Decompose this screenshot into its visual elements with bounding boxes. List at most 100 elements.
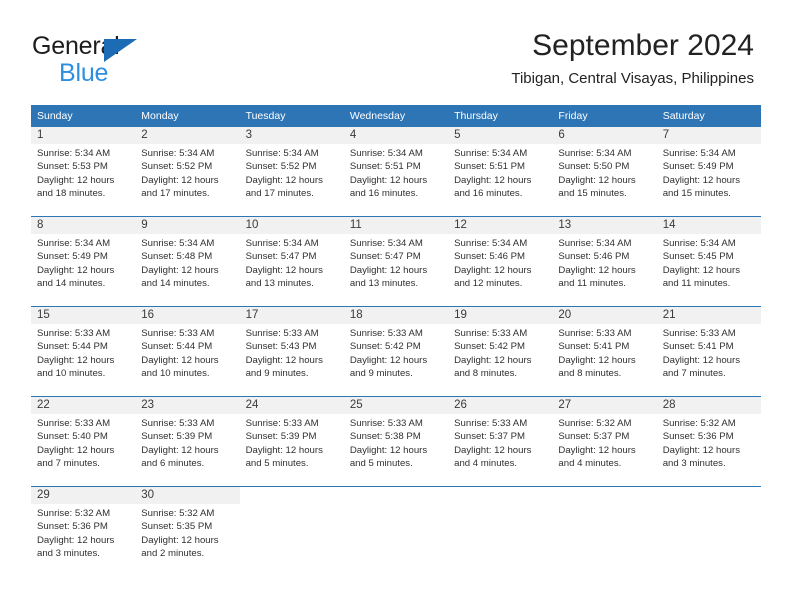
calendar-day-cell[interactable]: 17 Sunrise: 5:33 AM Sunset: 5:43 PM Dayligh… bbox=[239, 306, 344, 397]
calendar-day-cell[interactable]: 16 Sunrise: 5:33 AM Sunset: 5:44 PM Dayligh… bbox=[135, 306, 240, 397]
sunset-time: Sunset: 5:42 PM bbox=[349, 341, 421, 353]
calendar-day-cell[interactable]: 3 Sunrise: 5:34 AM Sunset: 5:52 PM Daylight… bbox=[239, 127, 344, 217]
sunrise-time: Sunrise: 5:33 AM bbox=[662, 328, 736, 339]
sunset-time: Sunset: 5:50 PM bbox=[558, 161, 630, 173]
sunrise-time: Sunrise: 5:34 AM bbox=[662, 148, 736, 159]
weekday-header-monday: Monday bbox=[135, 105, 240, 127]
calendar-day-cell[interactable]: 8 Sunrise: 5:34 AM Sunset: 5:49 PM Daylight… bbox=[31, 216, 136, 307]
calendar-day-cell[interactable]: 24 Sunrise: 5:33 AM Sunset: 5:39 PM Dayligh… bbox=[239, 396, 344, 487]
daylight-duration-line2: and 13 minutes. bbox=[245, 278, 314, 290]
calendar-day-cell[interactable]: 27 Sunrise: 5:32 AM Sunset: 5:37 PM Dayligh… bbox=[552, 396, 657, 487]
day-number: 14 bbox=[656, 217, 761, 234]
calendar-day-cell[interactable]: 18 Sunrise: 5:33 AM Sunset: 5:42 PM Dayligh… bbox=[343, 306, 449, 397]
day-number: 13 bbox=[552, 217, 657, 234]
daylight-duration-line2: and 7 minutes. bbox=[662, 368, 726, 380]
sunrise-time: Sunrise: 5:32 AM bbox=[141, 508, 215, 519]
day-number: 22 bbox=[31, 397, 136, 414]
calendar-day-cell[interactable]: 4 Sunrise: 5:34 AM Sunset: 5:51 PM Daylight… bbox=[343, 127, 449, 217]
sunrise-time: Sunrise: 5:33 AM bbox=[245, 418, 319, 429]
daylight-duration-line2: and 18 minutes. bbox=[37, 188, 106, 200]
calendar-day-cell[interactable]: 25 Sunrise: 5:33 AM Sunset: 5:38 PM Dayligh… bbox=[343, 396, 449, 487]
calendar-day-cell[interactable]: 22 Sunrise: 5:33 AM Sunset: 5:40 PM Dayligh… bbox=[31, 396, 136, 487]
calendar-day-cell[interactable]: 11 Sunrise: 5:34 AM Sunset: 5:47 PM Dayligh… bbox=[343, 216, 449, 307]
daylight-duration-line2: and 10 minutes. bbox=[141, 368, 210, 380]
daylight-duration-line2: and 8 minutes. bbox=[454, 368, 518, 380]
day-details: Sunrise: 5:34 AM Sunset: 5:46 PM Daylight:… bbox=[448, 234, 552, 291]
calendar-day-cell[interactable]: 10 Sunrise: 5:34 AM Sunset: 5:47 PM Dayligh… bbox=[239, 216, 344, 307]
day-details: Sunrise: 5:34 AM Sunset: 5:53 PM Daylight:… bbox=[31, 144, 135, 201]
sunset-time: Sunset: 5:51 PM bbox=[349, 161, 421, 173]
day-details: Sunrise: 5:33 AM Sunset: 5:41 PM Daylight:… bbox=[552, 324, 656, 381]
daylight-duration-line2: and 8 minutes. bbox=[558, 368, 622, 380]
calendar-day-cell[interactable]: 2 Sunrise: 5:34 AM Sunset: 5:52 PM Daylight… bbox=[135, 127, 240, 217]
day-details: Sunrise: 5:33 AM Sunset: 5:38 PM Daylight:… bbox=[344, 414, 448, 471]
day-number: 6 bbox=[552, 127, 657, 144]
day-details: Sunrise: 5:34 AM Sunset: 5:52 PM Daylight:… bbox=[240, 144, 344, 201]
calendar-day-cell[interactable]: 7 Sunrise: 5:34 AM Sunset: 5:49 PM Daylight… bbox=[656, 127, 761, 217]
calendar-day-cell-empty bbox=[656, 486, 761, 576]
calendar-week-row: 29 Sunrise: 5:32 AM Sunset: 5:36 PM Dayligh… bbox=[31, 486, 761, 576]
calendar-day-cell[interactable]: 9 Sunrise: 5:34 AM Sunset: 5:48 PM Daylight… bbox=[135, 216, 240, 307]
day-number: 5 bbox=[448, 127, 553, 144]
daylight-duration-line1: Daylight: 12 hours bbox=[37, 354, 115, 366]
calendar-day-cell[interactable]: 15 Sunrise: 5:33 AM Sunset: 5:44 PM Dayligh… bbox=[31, 306, 136, 397]
day-number: 20 bbox=[552, 307, 657, 324]
day-number: 3 bbox=[239, 127, 344, 144]
daylight-duration-line2: and 15 minutes. bbox=[662, 188, 731, 200]
calendar-day-cell[interactable]: 14 Sunrise: 5:34 AM Sunset: 5:45 PM Dayligh… bbox=[656, 216, 761, 307]
calendar-day-cell[interactable]: 23 Sunrise: 5:33 AM Sunset: 5:39 PM Dayligh… bbox=[135, 396, 240, 487]
daylight-duration-line2: and 10 minutes. bbox=[37, 368, 106, 380]
daylight-duration-line2: and 9 minutes. bbox=[245, 368, 309, 380]
calendar-day-cell[interactable]: 19 Sunrise: 5:33 AM Sunset: 5:42 PM Dayligh… bbox=[448, 306, 553, 397]
sunrise-time: Sunrise: 5:33 AM bbox=[349, 418, 423, 429]
daylight-duration-line2: and 14 minutes. bbox=[37, 278, 106, 290]
calendar-day-cell[interactable]: 20 Sunrise: 5:33 AM Sunset: 5:41 PM Dayligh… bbox=[552, 306, 657, 397]
day-number: 16 bbox=[135, 307, 240, 324]
day-details: Sunrise: 5:34 AM Sunset: 5:46 PM Daylight:… bbox=[552, 234, 656, 291]
sunrise-time: Sunrise: 5:33 AM bbox=[454, 328, 528, 339]
day-details: Sunrise: 5:33 AM Sunset: 5:43 PM Daylight:… bbox=[240, 324, 344, 381]
calendar-day-cell[interactable]: 28 Sunrise: 5:32 AM Sunset: 5:36 PM Dayligh… bbox=[656, 396, 761, 487]
day-number: 11 bbox=[343, 217, 449, 234]
calendar-week-row: 15 Sunrise: 5:33 AM Sunset: 5:44 PM Dayligh… bbox=[31, 306, 761, 397]
sunrise-time: Sunrise: 5:33 AM bbox=[558, 328, 632, 339]
calendar-day-cell[interactable]: 12 Sunrise: 5:34 AM Sunset: 5:46 PM Dayligh… bbox=[448, 216, 553, 307]
daylight-duration-line1: Daylight: 12 hours bbox=[454, 264, 532, 276]
calendar-day-cell[interactable]: 30 Sunrise: 5:32 AM Sunset: 5:35 PM Dayligh… bbox=[135, 486, 240, 576]
sunset-time: Sunset: 5:47 PM bbox=[245, 251, 317, 263]
calendar-day-cell-empty bbox=[448, 486, 553, 576]
calendar-day-cell[interactable]: 21 Sunrise: 5:33 AM Sunset: 5:41 PM Dayligh… bbox=[656, 306, 761, 397]
day-number: 30 bbox=[135, 487, 240, 504]
daylight-duration-line2: and 11 minutes. bbox=[558, 278, 626, 290]
daylight-duration-line2: and 7 minutes. bbox=[37, 458, 100, 470]
calendar-day-cell[interactable]: 13 Sunrise: 5:34 AM Sunset: 5:46 PM Dayligh… bbox=[552, 216, 657, 307]
daylight-duration-line2: and 17 minutes. bbox=[141, 188, 210, 200]
daylight-duration-line2: and 11 minutes. bbox=[662, 278, 731, 290]
day-details: Sunrise: 5:32 AM Sunset: 5:36 PM Daylight:… bbox=[657, 414, 761, 471]
calendar-day-cell[interactable]: 5 Sunrise: 5:34 AM Sunset: 5:51 PM Daylight… bbox=[448, 127, 553, 217]
sunrise-time: Sunrise: 5:34 AM bbox=[245, 148, 319, 159]
sunset-time: Sunset: 5:44 PM bbox=[37, 341, 108, 353]
day-number: 29 bbox=[31, 487, 136, 504]
daylight-duration-line1: Daylight: 12 hours bbox=[37, 534, 115, 546]
calendar-day-cell[interactable]: 29 Sunrise: 5:32 AM Sunset: 5:36 PM Dayligh… bbox=[31, 486, 136, 576]
sunrise-time: Sunrise: 5:34 AM bbox=[37, 238, 111, 249]
day-number: 24 bbox=[239, 397, 344, 414]
sunset-time: Sunset: 5:37 PM bbox=[558, 431, 630, 443]
sunset-time: Sunset: 5:35 PM bbox=[141, 521, 213, 533]
sunset-time: Sunset: 5:41 PM bbox=[558, 341, 630, 353]
daylight-duration-line2: and 16 minutes. bbox=[349, 188, 419, 200]
daylight-duration-line1: Daylight: 12 hours bbox=[37, 264, 115, 276]
daylight-duration-line2: and 3 minutes. bbox=[37, 548, 100, 560]
daylight-duration-line2: and 17 minutes. bbox=[245, 188, 314, 200]
sunrise-time: Sunrise: 5:33 AM bbox=[349, 328, 423, 339]
weekday-header-saturday: Saturday bbox=[656, 105, 761, 127]
calendar-day-cell[interactable]: 1 Sunrise: 5:34 AM Sunset: 5:53 PM Daylight… bbox=[31, 127, 136, 217]
general-blue-logo: General Blue bbox=[32, 32, 262, 88]
sunrise-time: Sunrise: 5:34 AM bbox=[245, 238, 319, 249]
weekday-header-tuesday: Tuesday bbox=[239, 105, 344, 127]
calendar-day-cell[interactable]: 6 Sunrise: 5:34 AM Sunset: 5:50 PM Daylight… bbox=[552, 127, 657, 217]
sunset-time: Sunset: 5:40 PM bbox=[37, 431, 108, 443]
sunset-time: Sunset: 5:52 PM bbox=[245, 161, 317, 173]
calendar-day-cell[interactable]: 26 Sunrise: 5:33 AM Sunset: 5:37 PM Dayligh… bbox=[448, 396, 553, 487]
